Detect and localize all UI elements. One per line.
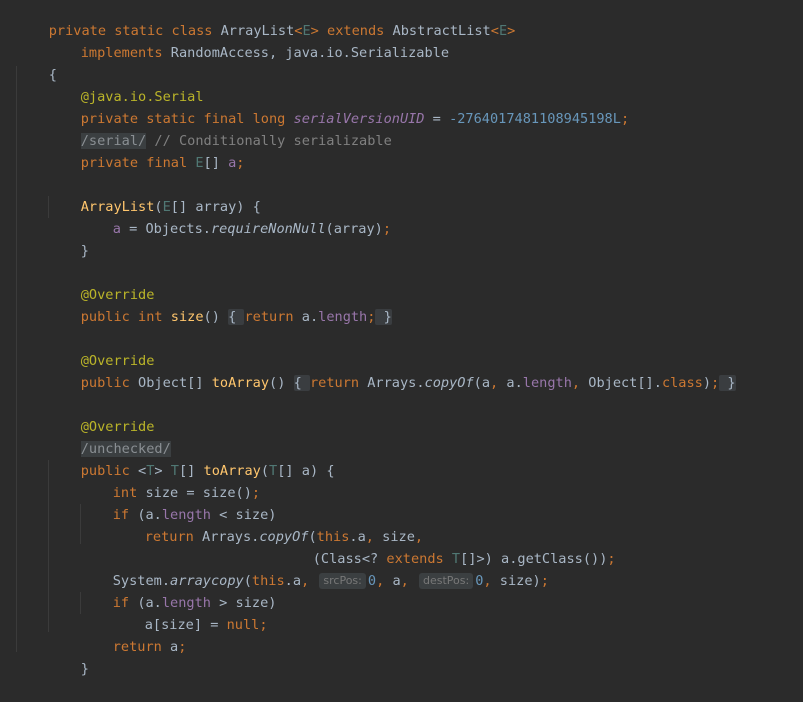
code-line-21[interactable]: (Class<? extends T[]>) a.getClass()); <box>280 526 803 567</box>
method-name: toArray <box>211 375 270 391</box>
keyword: class <box>661 375 703 391</box>
code-line-18[interactable]: int size = size(); <box>80 460 803 501</box>
code-line-16[interactable]: /unchecked/ <box>48 416 803 457</box>
method-name: size <box>170 309 204 325</box>
code-line-1[interactable]: private static class ArrayList<E> extend… <box>16 0 803 39</box>
code-editor[interactable]: private static class ArrayList<E> extend… <box>0 0 803 677</box>
fold-region-start[interactable]: { <box>228 309 245 325</box>
field: length <box>318 309 368 325</box>
code-line-8[interactable]: ArrayList(E[] array) { <box>48 174 803 215</box>
keyword: return <box>144 529 203 545</box>
code-line-9[interactable]: a = Objects.requireNonNull(array); <box>80 196 803 237</box>
code-text: a. <box>301 309 319 325</box>
code-line-15[interactable]: @Override <box>48 394 803 435</box>
code-line-22[interactable]: System.arraycopy(this.a, srcPos: 0, a, de… <box>80 548 803 589</box>
semicolon: ; <box>236 155 245 171</box>
code-line-13[interactable]: @Override <box>48 328 803 369</box>
code-line-14[interactable]: public Object[] toArray() { return Array… <box>48 350 803 391</box>
code-line-2[interactable]: implements RandomAccess, java.io.Seriali… <box>48 20 803 61</box>
brace: } <box>80 243 89 259</box>
code-text: (a <box>473 375 491 391</box>
comma: , <box>490 375 507 391</box>
code-line-11[interactable]: @Override <box>48 262 803 303</box>
code-text: ) <box>702 375 712 391</box>
keyword: return <box>244 309 302 325</box>
code-text: Arrays. <box>367 375 425 391</box>
code-text: Arrays. <box>202 529 260 545</box>
code-line-17[interactable]: public <T> T[] toArray(T[] a) { <box>48 438 803 479</box>
fold-region-end[interactable]: } <box>719 375 736 391</box>
code-line-20[interactable]: return Arrays.copyOf(this.a, size, <box>112 504 803 545</box>
code-text: () <box>203 309 229 325</box>
brace: } <box>80 661 89 677</box>
keyword: public int <box>80 309 171 325</box>
code-line-19[interactable]: if (a.length < size) <box>80 482 803 523</box>
keyword: public <box>80 375 139 391</box>
code-line-4[interactable]: @java.io.Serial <box>48 64 803 105</box>
static-method: copyOf <box>424 375 474 391</box>
field: length <box>522 375 572 391</box>
code-text: Object[] <box>138 375 212 391</box>
semicolon: ; <box>711 375 720 391</box>
code-line-24[interactable]: a[size] = null; <box>112 592 803 633</box>
fold-region-end[interactable]: } <box>375 309 392 325</box>
code-text: Object[]. <box>588 375 662 391</box>
keyword: return <box>309 375 368 391</box>
code-line-12[interactable]: public int size() { return a.length; } <box>48 284 803 325</box>
code-text: a. <box>506 375 523 391</box>
code-line-3[interactable]: { <box>16 42 803 83</box>
code-line-7[interactable]: private final E[] a; <box>48 130 803 171</box>
keyword: private final <box>80 155 196 171</box>
indent-guide <box>16 66 17 652</box>
code-line-25[interactable]: return a; <box>80 614 803 655</box>
code-line-26[interactable]: } <box>48 636 803 677</box>
code-text: () <box>269 375 294 391</box>
comma: , <box>571 375 589 391</box>
code-line-6[interactable]: /serial/ // Conditionally serializable <box>48 108 803 149</box>
code-line-10[interactable]: } <box>48 218 803 259</box>
code-line-5[interactable]: private static final long serialVersionU… <box>48 86 803 127</box>
code-text: [] <box>203 155 229 171</box>
type-parameter: E <box>195 155 204 171</box>
fold-region-start[interactable]: { <box>293 375 310 391</box>
code-line-23[interactable]: if (a.length > size) <box>80 570 803 611</box>
